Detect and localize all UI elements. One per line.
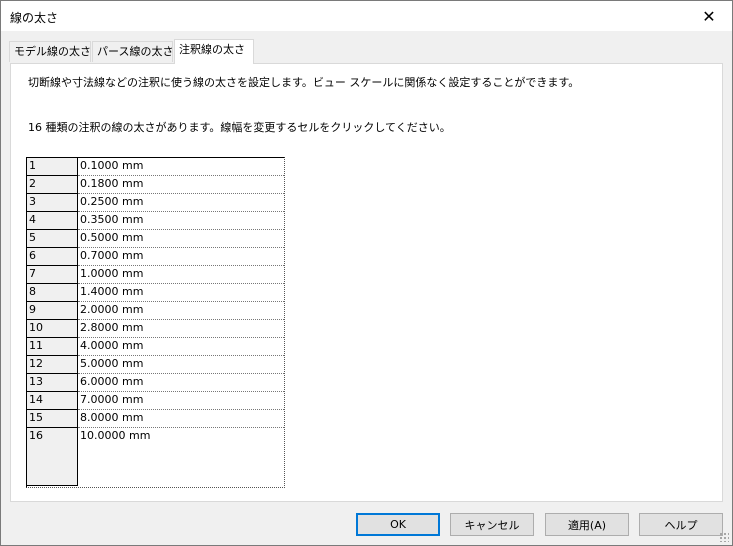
table-row: 10 2.8000 mm — [27, 320, 284, 338]
row-number: 16 — [27, 428, 78, 486]
line-weight-cell[interactable]: 10.0000 mm — [78, 428, 284, 486]
tab-label: 注釈線の太さ — [179, 43, 245, 56]
row-number: 9 — [27, 302, 78, 320]
apply-button[interactable]: 適用(A) — [545, 513, 629, 536]
line-weight-cell[interactable]: 0.2500 mm — [78, 194, 284, 212]
table-row: 5 0.5000 mm — [27, 230, 284, 248]
line-weight-cell[interactable]: 0.5000 mm — [78, 230, 284, 248]
row-number: 13 — [27, 374, 78, 392]
tab-model-line-weights[interactable]: モデル線の太さ — [9, 41, 91, 62]
row-number: 10 — [27, 320, 78, 338]
row-number: 7 — [27, 266, 78, 284]
close-button[interactable]: ✕ — [686, 1, 732, 31]
row-number: 15 — [27, 410, 78, 428]
table-row: 11 4.0000 mm — [27, 338, 284, 356]
help-button[interactable]: ヘルプ — [639, 513, 723, 536]
line-weight-cell[interactable]: 0.7000 mm — [78, 248, 284, 266]
table-row: 6 0.7000 mm — [27, 248, 284, 266]
row-number: 2 — [27, 176, 78, 194]
close-icon: ✕ — [702, 6, 716, 26]
table-row: 8 1.4000 mm — [27, 284, 284, 302]
row-number: 6 — [27, 248, 78, 266]
table-row: 2 0.1800 mm — [27, 176, 284, 194]
line-weight-cell[interactable]: 0.3500 mm — [78, 212, 284, 230]
tab-perspective-line-weights[interactable]: パース線の太さ — [92, 41, 173, 62]
line-weight-cell[interactable]: 1.4000 mm — [78, 284, 284, 302]
description-text: 切断線や寸法線などの注釈に使う線の太さを設定します。ビュー スケールに関係なく設… — [28, 76, 580, 89]
line-weight-cell[interactable]: 4.0000 mm — [78, 338, 284, 356]
line-weight-cell[interactable]: 7.0000 mm — [78, 392, 284, 410]
line-weight-cell[interactable]: 0.1000 mm — [78, 158, 284, 176]
tab-panel: 切断線や寸法線などの注釈に使う線の太さを設定します。ビュー スケールに関係なく設… — [10, 63, 723, 502]
row-number: 8 — [27, 284, 78, 302]
table-row: 4 0.3500 mm — [27, 212, 284, 230]
row-number: 4 — [27, 212, 78, 230]
resize-grip-icon[interactable] — [719, 532, 729, 542]
row-number: 11 — [27, 338, 78, 356]
table-row: 7 1.0000 mm — [27, 266, 284, 284]
ok-button[interactable]: OK — [356, 513, 440, 536]
window-title: 線の太さ — [10, 11, 59, 25]
line-weight-table: 1 0.1000 mm 2 0.1800 mm 3 0.2500 mm 4 0.3500 mm… — [26, 157, 285, 488]
title-bar[interactable]: 線の太さ ✕ — [1, 1, 732, 31]
row-number: 1 — [27, 158, 78, 176]
tab-annotation-line-weights[interactable]: 注釈線の太さ — [174, 39, 254, 64]
row-number: 3 — [27, 194, 78, 212]
table-row: 9 2.0000 mm — [27, 302, 284, 320]
line-weight-cell[interactable]: 5.0000 mm — [78, 356, 284, 374]
cancel-button[interactable]: キャンセル — [450, 513, 534, 536]
table-row: 15 8.0000 mm — [27, 410, 284, 428]
dialog-window: 線の太さ ✕ モデル線の太さ パース線の太さ 注釈線の太さ 切断線や寸法線などの… — [0, 0, 733, 546]
line-weight-cell[interactable]: 8.0000 mm — [78, 410, 284, 428]
row-number: 5 — [27, 230, 78, 248]
table-row: 16 10.0000 mm — [27, 428, 284, 486]
tab-label: パース線の太さ — [97, 45, 174, 58]
table-row: 3 0.2500 mm — [27, 194, 284, 212]
line-weight-cell[interactable]: 2.8000 mm — [78, 320, 284, 338]
tab-label: モデル線の太さ — [14, 45, 91, 58]
table-row: 1 0.1000 mm — [27, 158, 284, 176]
table-row: 13 6.0000 mm — [27, 374, 284, 392]
table-row: 14 7.0000 mm — [27, 392, 284, 410]
row-number: 14 — [27, 392, 78, 410]
table-row: 12 5.0000 mm — [27, 356, 284, 374]
line-weight-cell[interactable]: 2.0000 mm — [78, 302, 284, 320]
line-weight-cell[interactable]: 6.0000 mm — [78, 374, 284, 392]
row-number: 12 — [27, 356, 78, 374]
info-text: 16 種類の注釈の線の太さがあります。線幅を変更するセルをクリックしてください。 — [28, 121, 451, 134]
line-weight-cell[interactable]: 1.0000 mm — [78, 266, 284, 284]
line-weight-cell[interactable]: 0.1800 mm — [78, 176, 284, 194]
